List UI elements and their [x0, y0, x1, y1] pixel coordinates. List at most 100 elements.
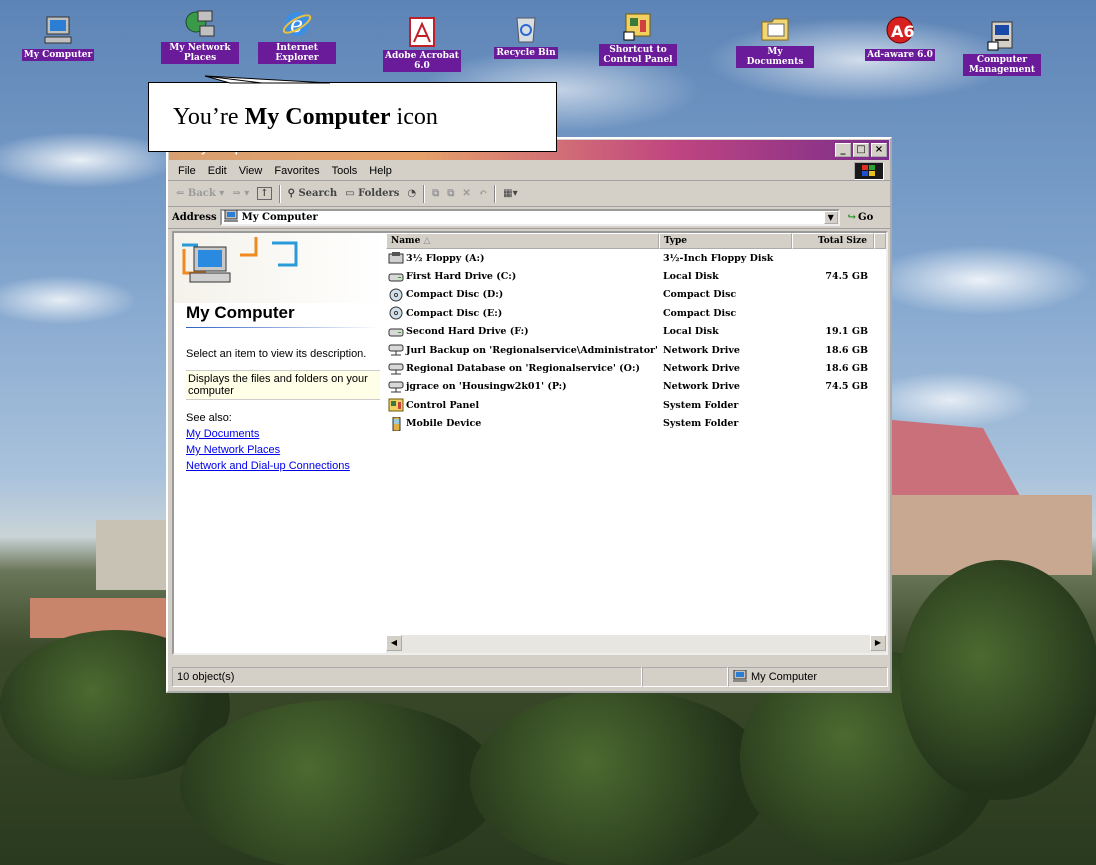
info-pane-header: [174, 233, 386, 303]
menu-favorites[interactable]: Favorites: [268, 165, 325, 177]
file-row[interactable]: jgrace on 'Housingw2k01' (P:) Network Dri…: [386, 378, 886, 396]
desktop-icon-label: Shortcut to Control Panel: [599, 44, 677, 66]
copy-to-button[interactable]: ⧉: [443, 188, 458, 199]
views-button[interactable]: ▦▾: [499, 188, 521, 199]
scroll-right-button[interactable]: ▶: [870, 635, 886, 651]
file-size: 74.5 GB: [825, 271, 868, 283]
desktop-icon-label: My Computer: [21, 49, 95, 61]
background-building: [96, 520, 166, 590]
desktop-icon-adobe-acrobat[interactable]: Adobe Acrobat 6.0: [382, 16, 462, 72]
info-pane-divider: [186, 327, 380, 328]
content-area: My Computer Select an item to view its d…: [172, 231, 888, 655]
desktop-icon-label: Ad-aware 6.0: [865, 49, 935, 61]
file-row[interactable]: Regional Database on 'Regionalservice' (…: [386, 359, 886, 377]
link-my-network-places[interactable]: My Network Places: [174, 444, 386, 456]
menu-file[interactable]: File: [172, 165, 202, 177]
file-rows: 3½ Floppy (A:) 3½-Inch Floppy Disk First H…: [386, 249, 886, 433]
file-name: jgrace on 'Housingw2k01' (P:): [406, 381, 567, 393]
desktop-icon-my-computer[interactable]: My Computer: [18, 14, 98, 61]
desktop-icon-recycle-bin[interactable]: Recycle Bin: [486, 12, 566, 59]
desktop-icon-label: Internet Explorer: [258, 42, 336, 64]
minimize-button[interactable]: _: [835, 143, 851, 157]
go-button[interactable]: ↪ Go: [848, 212, 874, 223]
network-places-icon: [184, 8, 216, 40]
hard-drive-icon: [388, 270, 406, 284]
file-name-cell: Jurl Backup on 'Regionalservice\Administ…: [386, 343, 659, 357]
menu-edit[interactable]: Edit: [202, 165, 233, 177]
column-header-name[interactable]: Name △: [386, 233, 659, 249]
column-header-total-size[interactable]: Total Size: [792, 233, 874, 249]
horizontal-scrollbar[interactable]: ◀ ▶: [386, 635, 886, 653]
file-type: Compact Disc: [663, 289, 737, 301]
my-computer-window[interactable]: My Computer _ □ × File Edit View Favorit…: [166, 137, 892, 693]
file-name: 3½ Floppy (A:): [406, 252, 485, 264]
undo-icon: ↶: [478, 188, 488, 199]
desktop-icon-ad-aware[interactable]: A6 Ad-aware 6.0: [860, 14, 940, 61]
desktop-icon-internet-explorer[interactable]: e Internet Explorer: [257, 8, 337, 64]
delete-button[interactable]: ✕: [458, 188, 474, 199]
desktop-icon-my-network-places[interactable]: My Network Places: [160, 8, 240, 64]
computer-icon: [223, 209, 238, 225]
desktop-icon-control-panel-shortcut[interactable]: Shortcut to Control Panel: [598, 10, 678, 66]
close-button[interactable]: ×: [871, 143, 887, 157]
menu-view[interactable]: View: [233, 165, 269, 177]
up-folder-icon: ↑: [257, 187, 272, 200]
toolbar-separator: [423, 184, 426, 203]
history-button[interactable]: ◔: [403, 188, 420, 199]
callout-prefix: You’re: [173, 103, 245, 130]
file-type: Local Disk: [663, 326, 719, 338]
maximize-button[interactable]: □: [853, 143, 869, 157]
file-row[interactable]: 3½ Floppy (A:) 3½-Inch Floppy Disk: [386, 249, 886, 267]
file-row[interactable]: Compact Disc (D:) Compact Disc: [386, 286, 886, 304]
file-name-cell: Second Hard Drive (F:): [386, 325, 659, 339]
file-row[interactable]: Second Hard Drive (F:) Local Disk 19.1 GB: [386, 323, 886, 341]
file-name-cell: 3½ Floppy (A:): [386, 251, 659, 265]
column-header-type[interactable]: Type: [659, 233, 792, 249]
file-name-cell: Compact Disc (D:): [386, 288, 659, 302]
toolbar-separator: [494, 184, 497, 203]
see-also-label: See also:: [186, 412, 232, 424]
menu-bar: File Edit View Favorites Tools Help: [168, 161, 890, 181]
file-row[interactable]: Mobile Device System Folder: [386, 415, 886, 433]
back-button[interactable]: ⇐ Back ▾: [172, 188, 228, 199]
file-name: Second Hard Drive (F:): [406, 326, 529, 338]
link-my-documents[interactable]: My Documents: [174, 428, 386, 440]
address-bar: Address My Computer ▼ ↪ Go: [168, 207, 890, 229]
scroll-left-button[interactable]: ◀: [386, 635, 402, 651]
hard-drive-icon: [388, 325, 406, 339]
file-row[interactable]: Compact Disc (E:) Compact Disc: [386, 304, 886, 322]
mobile-device-icon: [388, 416, 406, 431]
desktop-icon-label: My Documents: [736, 46, 814, 68]
undo-button[interactable]: ↶: [475, 188, 491, 199]
menu-help[interactable]: Help: [363, 165, 398, 177]
list-header: Name △ Type Total Size: [386, 233, 886, 249]
desktop-icon-computer-management[interactable]: Computer Management: [962, 20, 1042, 76]
back-arrow-icon: ⇐: [176, 188, 188, 199]
link-network-dialup[interactable]: Network and Dial-up Connections: [174, 460, 386, 472]
folders-button[interactable]: ▭ Folders: [341, 188, 403, 199]
address-field[interactable]: My Computer ▼: [219, 209, 840, 226]
desktop-icon-label: Recycle Bin: [494, 47, 558, 59]
file-row[interactable]: Jurl Backup on 'Regionalservice\Administ…: [386, 341, 886, 359]
file-name: Regional Database on 'Regionalservice' (…: [406, 363, 640, 375]
status-object-count: 10 object(s): [172, 667, 642, 687]
move-to-button[interactable]: ⧉: [428, 188, 443, 199]
acrobat-icon: [406, 16, 438, 48]
file-row[interactable]: Control Panel System Folder: [386, 396, 886, 414]
up-folder-button[interactable]: ↑: [253, 187, 275, 200]
back-label: Back: [187, 188, 216, 199]
forward-button[interactable]: ⇒ ▾: [228, 188, 253, 199]
search-button[interactable]: ⚲ Search: [284, 188, 342, 199]
address-value: My Computer: [241, 212, 318, 223]
menu-tools[interactable]: Tools: [326, 165, 364, 177]
background-tree: [470, 690, 770, 865]
address-dropdown-button[interactable]: ▼: [823, 211, 838, 224]
file-row[interactable]: First Hard Drive (C:) Local Disk 74.5 GB: [386, 267, 886, 285]
computer-management-icon: [986, 20, 1018, 52]
background-tree: [180, 700, 500, 865]
column-name-label: Name: [391, 236, 421, 246]
file-name: Compact Disc (D:): [406, 289, 504, 301]
status-zone: My Computer: [728, 667, 888, 687]
desktop-icon-label: My Network Places: [161, 42, 239, 64]
desktop-icon-my-documents[interactable]: My Documents: [735, 12, 815, 68]
